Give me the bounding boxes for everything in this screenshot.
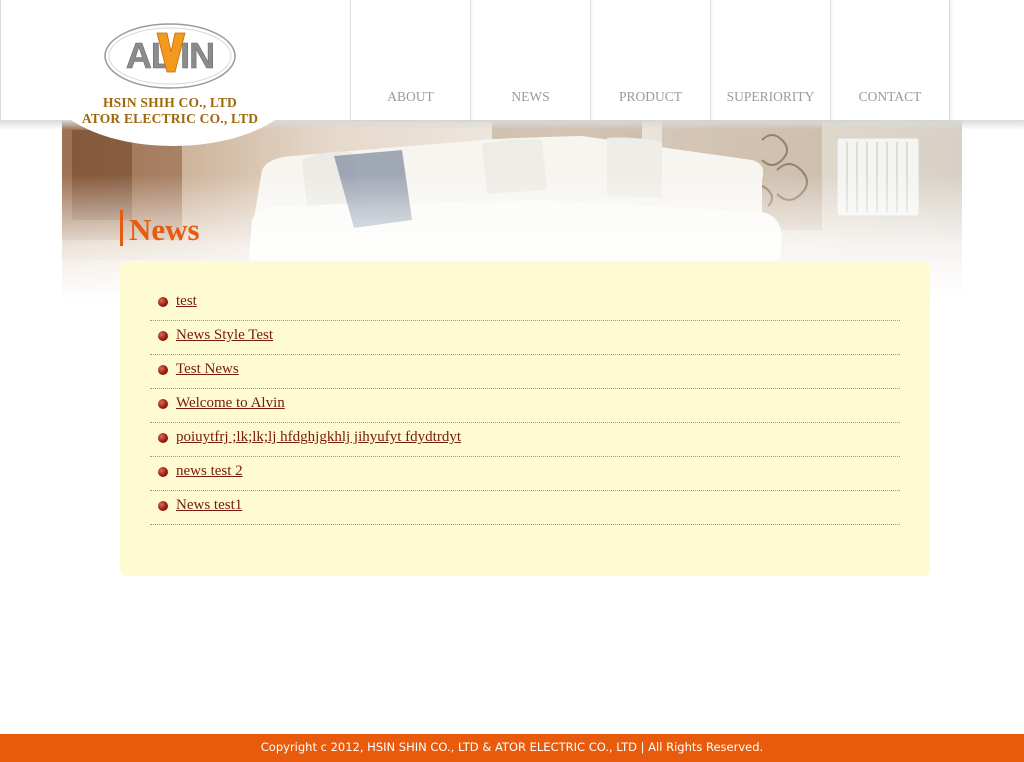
list-item: News test1 <box>150 492 900 525</box>
list-item: Welcome to Alvin <box>150 390 900 423</box>
nav-item-label: SUPERIORITY <box>726 89 815 104</box>
news-link[interactable]: News Style Test <box>176 327 273 344</box>
news-link[interactable]: test <box>176 293 197 310</box>
nav-item-label: CONTACT <box>858 89 922 104</box>
company-logo[interactable]: AL IN HSIN SHIH CO., LTD ATOR ELECTRIC C… <box>60 22 280 132</box>
news-link[interactable]: Test News <box>176 361 239 378</box>
nav-item-contact[interactable]: CONTACT <box>830 0 950 120</box>
news-link[interactable]: news test 2 <box>176 463 243 480</box>
company-name-line-2: ATOR ELECTRIC CO., LTD <box>81 111 259 126</box>
page-title: News <box>120 210 200 247</box>
nav-item-label: NEWS <box>511 89 550 104</box>
red-ball-bullet-icon <box>158 297 168 307</box>
main-nav: ABOUT NEWS PRODUCT SUPERIORITY CONTACT <box>350 0 950 120</box>
list-item: news test 2 <box>150 458 900 491</box>
red-ball-bullet-icon <box>158 433 168 443</box>
red-ball-bullet-icon <box>158 399 168 409</box>
nav-item-superiority[interactable]: SUPERIORITY <box>710 0 830 120</box>
red-ball-bullet-icon <box>158 365 168 375</box>
news-list: test News Style Test Test News Welcome t… <box>150 288 900 526</box>
list-item: News Style Test <box>150 322 900 355</box>
news-link[interactable]: Welcome to Alvin <box>176 395 285 412</box>
alvin-logo-mark: AL IN <box>104 23 236 89</box>
list-item: Test News <box>150 356 900 389</box>
nav-item-news[interactable]: NEWS <box>470 0 590 120</box>
nav-item-label: ABOUT <box>387 89 434 104</box>
news-link[interactable]: poiuytfrj ;lk;lk;lj hfdghjgkhlj jihyufyt… <box>176 429 461 446</box>
red-ball-bullet-icon <box>158 501 168 511</box>
nav-item-label: PRODUCT <box>618 89 682 104</box>
list-item: test <box>150 288 900 321</box>
company-name-line-1: HSIN SHIH CO., LTD <box>102 95 238 110</box>
list-item: poiuytfrj ;lk;lk;lj hfdghjgkhlj jihyufyt… <box>150 424 900 457</box>
red-ball-bullet-icon <box>158 331 168 341</box>
copyright-text: Copyright c 2012, HSIN SHIN CO., LTD & A… <box>260 740 764 754</box>
red-ball-bullet-icon <box>158 467 168 477</box>
news-panel: test News Style Test Test News Welcome t… <box>120 261 930 576</box>
nav-item-product[interactable]: PRODUCT <box>590 0 710 120</box>
site-footer: Copyright c 2012, HSIN SHIN CO., LTD & A… <box>0 734 1024 762</box>
news-link[interactable]: News test1 <box>176 497 242 514</box>
nav-item-about[interactable]: ABOUT <box>350 0 470 120</box>
